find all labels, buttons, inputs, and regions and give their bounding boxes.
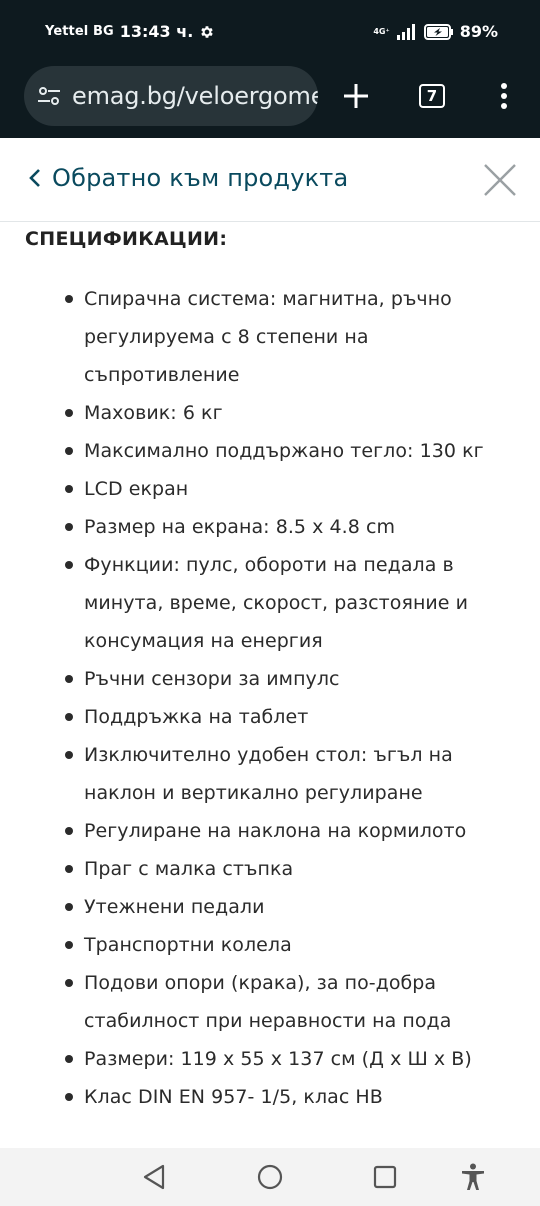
gear-icon — [201, 25, 214, 38]
network-type: 4G⁺ — [373, 26, 390, 36]
accessibility-icon[interactable] — [458, 1162, 488, 1192]
spec-line: съпротивление — [84, 364, 240, 386]
close-icon[interactable] — [482, 162, 518, 198]
spec-item: Маховик: 6 кг — [65, 394, 504, 432]
spec-item: Транспортни колела — [65, 926, 504, 964]
spec-item: Размери: 119 x 55 x 137 см (Д x Ш x В) — [65, 1040, 504, 1078]
spec-line: Транспортни колела — [84, 934, 292, 956]
spec-line: наклон и вертикално регулиране — [84, 782, 423, 804]
spec-line: Спирачна система: магнитна, ръчно — [84, 288, 452, 310]
browser-toolbar: emag.bg/veloergome 7 — [0, 64, 540, 138]
url-text[interactable]: emag.bg/veloergome — [72, 82, 318, 110]
spec-line: Регулиране на наклона на кормилото — [84, 820, 467, 842]
battery-percent: 89% — [459, 22, 498, 41]
triangle-back-icon[interactable] — [140, 1162, 170, 1192]
section-title: СПЕЦИФИКАЦИИ: — [25, 228, 228, 250]
spec-line: консумация на енергия — [84, 630, 323, 652]
spec-line: Размери: 119 x 55 x 137 см (Д x Ш x В) — [84, 1048, 472, 1070]
spec-item: Спирачна система: магнитна, ръчно регулир… — [65, 280, 504, 394]
status-bar: Yettel BG 13:43 ч. 4G⁺ 89% — [0, 0, 540, 64]
menu-button[interactable] — [484, 76, 524, 116]
spec-item: Максимално поддържано тегло: 130 кг — [65, 432, 504, 470]
spec-line: Изключително удобен стол: ъгъл на — [84, 744, 453, 766]
battery-icon — [423, 23, 453, 40]
spec-line: Клас DIN EN 957- 1/5, клас HB — [84, 1086, 383, 1108]
spec-item: Регулиране на наклона на кормилото — [65, 812, 504, 850]
spec-line: LCD екран — [84, 478, 189, 500]
url-bar[interactable]: emag.bg/veloergome — [24, 66, 318, 126]
spec-line: стабилност при неравности на пода — [84, 1010, 452, 1032]
spec-list: Спирачна система: магнитна, ръчно регулир… — [65, 280, 504, 1116]
spec-item: Утежнени педали — [65, 888, 504, 926]
tab-count: 7 — [419, 84, 445, 108]
spec-line: минута, време, скорост, разстояние и — [84, 592, 469, 614]
spec-line: Размер на екрана: 8.5 x 4.8 cm — [84, 516, 396, 538]
spec-line: Функции: пулс, обороти на педала в — [84, 554, 454, 576]
status-right: 4G⁺ 89% — [373, 22, 498, 41]
spec-item: Подови опори (крака), за по-добра стабилн… — [65, 964, 504, 1040]
clock: 13:43 ч. — [119, 22, 194, 41]
spec-item: Изключително удобен стол: ъгъл на наклон … — [65, 736, 504, 812]
new-tab-button[interactable] — [336, 76, 376, 116]
more-vert-icon — [501, 83, 507, 109]
spec-line: регулируема с 8 степени на — [84, 326, 369, 348]
chevron-left-icon — [29, 169, 40, 187]
tab-switcher-button[interactable]: 7 — [412, 76, 452, 116]
spec-line: Подови опори (крака), за по-добра — [84, 972, 437, 994]
spec-item: Клас DIN EN 957- 1/5, клас HB — [65, 1078, 504, 1116]
back-row: Обратно към продукта — [0, 138, 540, 222]
spec-item: Ръчни сензори за импулс — [65, 660, 504, 698]
tune-icon[interactable] — [36, 83, 62, 109]
spec-line: Праг с малка стъпка — [84, 858, 294, 880]
signal-icon — [396, 23, 415, 40]
spec-line: Ръчни сензори за импулс — [84, 668, 340, 690]
spec-line: Маховик: 6 кг — [84, 402, 223, 424]
carrier-name: Yettel BG — [45, 24, 114, 39]
spec-line: Поддръжка на таблет — [84, 706, 309, 728]
page-content: Обратно към продукта СПЕЦИФИКАЦИИ: Спира… — [0, 138, 540, 1148]
spec-line: Максимално поддържано тегло: 130 кг — [84, 440, 484, 462]
back-to-product-link[interactable]: Обратно към продукта — [26, 164, 348, 192]
spec-line: Утежнени педали — [84, 896, 265, 918]
spec-item: LCD екран — [65, 470, 504, 508]
spec-item: Размер на екрана: 8.5 x 4.8 cm — [65, 508, 504, 546]
plus-icon — [344, 84, 368, 108]
spec-item: Праг с малка стъпка — [65, 850, 504, 888]
spec-item: Поддръжка на таблет — [65, 698, 504, 736]
status-left: Yettel BG 13:43 ч. — [45, 22, 215, 41]
navigation-bar — [0, 1148, 540, 1206]
spec-item: Функции: пулс, обороти на педала в минута… — [65, 546, 504, 660]
back-link-label: Обратно към продукта — [52, 164, 349, 192]
circle-home-icon[interactable] — [255, 1162, 285, 1192]
square-recents-icon[interactable] — [370, 1162, 400, 1192]
